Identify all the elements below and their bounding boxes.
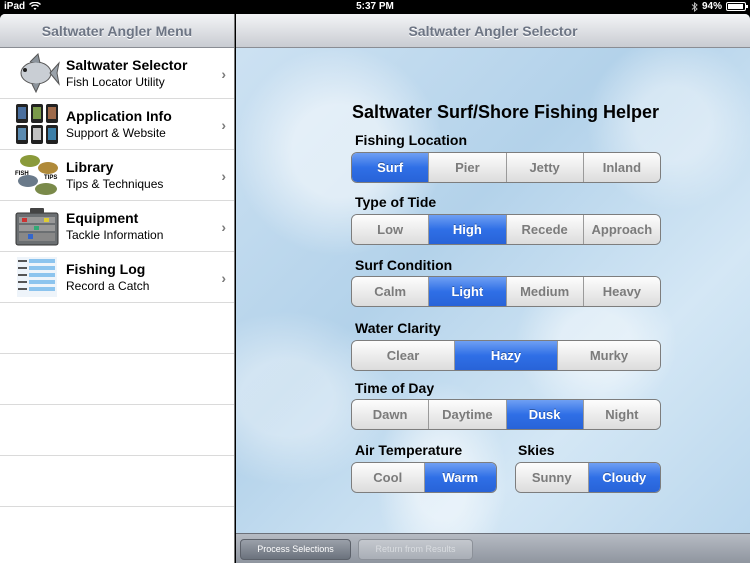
menu-item-equipment[interactable]: Equipment Tackle Information › <box>0 201 234 252</box>
skies-label: Skies <box>518 442 555 458</box>
menu-item-fishing-log[interactable]: Fishing Log Record a Catch › <box>0 252 234 303</box>
tide-control[interactable]: Low High Recede Approach <box>351 214 661 245</box>
menu-item-subtitle: Tackle Information <box>66 228 164 242</box>
segment-option[interactable]: Warm <box>423 463 496 492</box>
water-clarity-control[interactable]: Clear Hazy Murky <box>351 340 661 371</box>
time-of-day-label: Time of Day <box>355 380 435 396</box>
status-bar: iPad 5:37 PM 94% <box>0 0 750 14</box>
water-clarity-label: Water Clarity <box>355 320 441 336</box>
empty-row <box>0 354 234 405</box>
fish-library-icon: FISH TIPS <box>14 153 60 197</box>
thumb-fish-text: FISH <box>15 171 29 177</box>
air-temperature-label: Air Temperature <box>355 442 463 458</box>
menu-item-subtitle: Support & Website <box>66 126 166 140</box>
fishing-location-control[interactable]: Surf Pier Jetty Inland <box>351 152 661 183</box>
segment-option[interactable]: Cloudy <box>587 463 660 492</box>
clock: 5:37 PM <box>356 1 394 12</box>
helper-title: Saltwater Surf/Shore Fishing Helper <box>352 102 660 122</box>
chevron-right-icon: › <box>221 66 226 82</box>
segment-option[interactable]: Light <box>428 277 506 306</box>
menu-item-title: Application Info <box>66 108 172 124</box>
empty-row <box>0 456 234 507</box>
segment-option[interactable]: Approach <box>582 215 660 244</box>
menu-item-title: Saltwater Selector <box>66 57 188 73</box>
battery-icon <box>726 2 748 11</box>
menu-item-subtitle: Fish Locator Utility <box>66 75 165 89</box>
segment-option[interactable]: Sunny <box>516 463 588 492</box>
sidebar-menu: Saltwater Angler Menu Saltwater Selector… <box>0 14 235 563</box>
menu-item-title: Fishing Log <box>66 261 146 277</box>
segment-option[interactable]: Surf <box>352 153 429 182</box>
process-selections-button[interactable]: Process Selections <box>240 539 351 560</box>
segment-option[interactable]: Dusk <box>505 400 583 429</box>
menu-item-subtitle: Tips & Techniques <box>66 177 164 191</box>
tackle-box-icon <box>14 204 60 248</box>
segment-option[interactable]: Heavy <box>582 277 660 306</box>
segment-option[interactable]: High <box>428 215 506 244</box>
segment-option[interactable]: Daytime <box>428 400 506 429</box>
chevron-right-icon: › <box>221 117 226 133</box>
menu-item-application-info[interactable]: Application Info Support & Website › <box>0 99 234 150</box>
segment-option[interactable]: Inland <box>582 153 660 182</box>
main-panel: Saltwater Angler Selector Saltwater Surf… <box>236 14 750 563</box>
chevron-right-icon: › <box>221 219 226 235</box>
air-temperature-control[interactable]: Cool Warm <box>351 462 497 493</box>
segment-option[interactable]: Pier <box>428 153 506 182</box>
thumb-tips-text: TIPS <box>44 175 57 181</box>
log-list-icon <box>14 255 60 299</box>
skies-control[interactable]: Sunny Cloudy <box>515 462 661 493</box>
segment-option[interactable]: Low <box>352 215 429 244</box>
empty-row <box>0 405 234 456</box>
segment-option[interactable]: Murky <box>557 341 660 370</box>
menu-item-library[interactable]: FISH TIPS Library Tips & Techniques › <box>0 150 234 201</box>
tide-label: Type of Tide <box>355 194 437 210</box>
bottom-toolbar: Process Selections Return from Results <box>236 533 750 563</box>
sidebar-title: Saltwater Angler Menu <box>0 14 234 48</box>
surf-condition-label: Surf Condition <box>355 257 453 273</box>
segment-option[interactable]: Clear <box>352 341 454 370</box>
segment-option[interactable]: Hazy <box>454 341 557 370</box>
bluetooth-icon <box>691 1 698 12</box>
menu-item-title: Equipment <box>66 210 139 226</box>
chevron-right-icon: › <box>221 168 226 184</box>
segment-option[interactable]: Calm <box>352 277 429 306</box>
segment-option[interactable]: Dawn <box>352 400 429 429</box>
menu-item-saltwater-selector[interactable]: Saltwater Selector Fish Locator Utility … <box>0 48 234 99</box>
chevron-right-icon: › <box>221 270 226 286</box>
surf-condition-control[interactable]: Calm Light Medium Heavy <box>351 276 661 307</box>
segment-option[interactable]: Night <box>582 400 660 429</box>
time-of-day-control[interactable]: Dawn Daytime Dusk Night <box>351 399 661 430</box>
empty-row <box>0 303 234 354</box>
return-from-results-button[interactable]: Return from Results <box>358 539 473 560</box>
phones-icon <box>14 102 60 146</box>
segment-option[interactable]: Recede <box>505 215 583 244</box>
menu-item-subtitle: Record a Catch <box>66 279 150 293</box>
segment-option[interactable]: Cool <box>352 463 424 492</box>
segment-option[interactable]: Medium <box>505 277 583 306</box>
segment-option[interactable]: Jetty <box>505 153 583 182</box>
menu-item-title: Library <box>66 159 114 175</box>
battery-percent: 94% <box>701 1 722 12</box>
fishing-location-label: Fishing Location <box>355 132 467 148</box>
main-title: Saltwater Angler Selector <box>236 14 750 48</box>
fish-icon <box>14 51 60 95</box>
